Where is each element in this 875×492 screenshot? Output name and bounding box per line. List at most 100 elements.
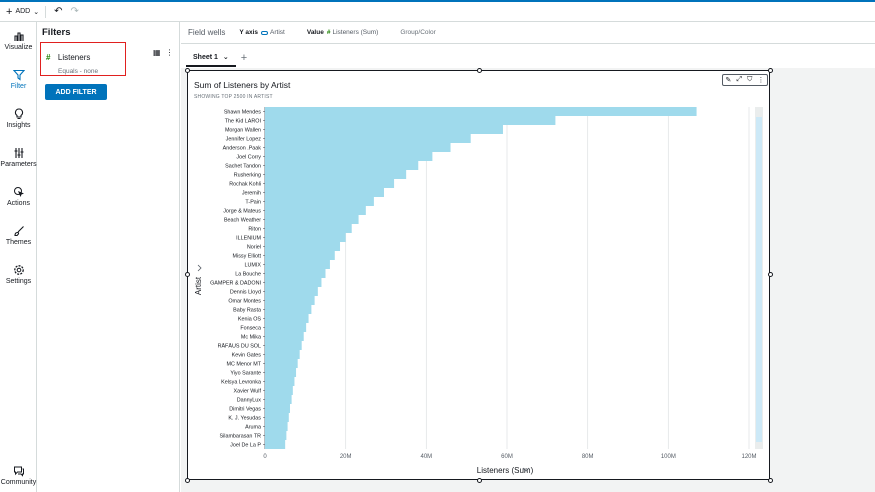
y-axis-well[interactable]: Y axis Artist	[239, 29, 285, 36]
dimension-icon	[261, 30, 269, 35]
nav-label: Filter	[10, 83, 27, 90]
nav-label: Insights	[6, 122, 31, 129]
nav-parameters[interactable]: Parameters	[0, 147, 37, 168]
x-tick-label: 80M	[582, 454, 594, 460]
bar	[265, 224, 352, 233]
chevron-right-icon	[197, 264, 202, 272]
bar	[265, 350, 300, 359]
bar	[265, 413, 289, 422]
resize-handle[interactable]	[768, 478, 773, 483]
chat-icon	[13, 466, 24, 477]
y-tick-label: Aruma	[245, 425, 261, 431]
filter-field-name: Listeners	[57, 53, 91, 62]
resize-handle[interactable]	[477, 478, 482, 483]
y-tick-label: Jennifer Lopez	[226, 137, 262, 143]
bar	[265, 305, 311, 314]
resize-handle[interactable]	[768, 272, 773, 277]
bar	[265, 197, 374, 206]
resize-handle[interactable]	[185, 68, 190, 73]
filter-condition: Equals - none	[58, 68, 99, 75]
bar	[265, 188, 384, 197]
bar	[265, 377, 294, 386]
nav-insights[interactable]: Insights	[0, 108, 37, 129]
nav-actions[interactable]: Actions	[0, 186, 37, 207]
bar	[265, 251, 335, 260]
y-tick-label: Baby Rasta	[233, 308, 261, 314]
nav-label: Settings	[5, 278, 32, 285]
bar	[265, 287, 318, 296]
bar	[265, 278, 321, 287]
undo-icon[interactable]: ↶	[54, 6, 62, 17]
y-tick-label: DannyLux	[237, 398, 262, 404]
bar	[265, 233, 346, 242]
y-tick-label: ILLENIUM	[236, 236, 261, 242]
y-tick-label: Riton	[248, 227, 261, 233]
bar	[265, 314, 309, 323]
field-wells: Field wells Y axis Artist Value # Listen…	[181, 22, 875, 44]
filters-panel: Filters # Listeners Equals - none ▦ ⋮ AD…	[37, 22, 180, 492]
bar	[265, 242, 340, 251]
y-tick-label: La Bouche	[235, 272, 261, 278]
y-tick-label: Noriel	[247, 245, 261, 251]
sliders-icon	[14, 148, 23, 158]
tab-sheet-1[interactable]: Sheet 1 ⌄	[186, 49, 236, 67]
qr-grid-icon[interactable]: ▦	[153, 48, 161, 57]
bar	[265, 170, 406, 179]
sheet-bar: Sheet 1 ⌄ +	[181, 45, 875, 67]
sheet-tab-label: Sheet 1	[193, 53, 218, 61]
field-wells-title[interactable]: Field wells	[188, 28, 225, 37]
y-tick-label: Kevin Gates	[232, 353, 262, 359]
redo-icon[interactable]: ↷	[70, 6, 78, 17]
y-tick-label: Jeremih	[242, 191, 261, 197]
left-navigation: Visualize Filter Insights Parameters Act…	[0, 22, 37, 492]
bar	[265, 143, 451, 152]
resize-handle[interactable]	[768, 68, 773, 73]
nav-themes[interactable]: Themes	[0, 225, 37, 246]
resize-handle[interactable]	[185, 272, 190, 277]
add-sheet-icon[interactable]: +	[241, 52, 247, 67]
nav-label: Actions	[7, 200, 30, 207]
y-tick-label: MC Menor MT	[227, 362, 262, 368]
bar-chart-visual[interactable]: Sum of Listeners by Artist SHOWING TOP 2…	[187, 70, 770, 480]
nav-visualize[interactable]: Visualize	[0, 30, 37, 51]
nav-label: Visualize	[4, 44, 33, 51]
bar	[265, 152, 432, 161]
y-tick-label: Xavier Wulf	[234, 389, 262, 395]
filter-controls: ▦ ⋮	[153, 48, 174, 57]
y-tick-label: Rusherking	[234, 173, 261, 179]
resize-handle[interactable]	[185, 478, 190, 483]
nav-community[interactable]: Community	[0, 465, 37, 486]
y-axis-title: Artist	[194, 276, 203, 295]
chart-scrollbar[interactable]	[755, 107, 763, 449]
chevron-down-icon: ⌄	[33, 8, 40, 16]
group-color-well[interactable]: Group/Color	[400, 29, 435, 36]
x-tick-label: 60M	[501, 454, 513, 460]
add-menu-button[interactable]: + ADD ⌄	[6, 5, 47, 18]
x-tick-label: 20M	[340, 454, 352, 460]
value-well[interactable]: Value # Listeners (Sum)	[307, 29, 378, 36]
x-tick-label: 120M	[741, 454, 756, 460]
bar	[265, 368, 296, 377]
add-filter-button[interactable]: ADD FILTER	[45, 84, 107, 100]
numeric-field-icon: #	[326, 29, 331, 36]
nav-label: Parameters	[0, 161, 37, 168]
y-tick-label: T-Pain	[245, 200, 261, 206]
more-options-icon[interactable]: ⋮	[166, 48, 174, 57]
bar	[265, 341, 302, 350]
resize-handle[interactable]	[477, 68, 482, 73]
nav-settings[interactable]: Settings	[0, 264, 37, 285]
x-tick-label: 40M	[420, 454, 432, 460]
y-tick-label: Missy Elliott	[233, 254, 262, 260]
filter-card-listeners[interactable]: # Listeners Equals - none	[40, 42, 126, 76]
bar	[265, 179, 394, 188]
x-tick-label: 100M	[661, 454, 676, 460]
chevron-down-icon[interactable]: ⌄	[223, 53, 229, 61]
bar	[265, 332, 304, 341]
y-tick-label: Rochak Kohli	[229, 182, 261, 188]
filters-title: Filters	[42, 27, 71, 38]
bar	[265, 125, 503, 134]
nav-label: Themes	[5, 239, 32, 246]
y-tick-label: Omar Montes	[228, 299, 261, 305]
scrollbar-thumb[interactable]	[756, 117, 762, 442]
nav-filter[interactable]: Filter	[0, 69, 37, 90]
